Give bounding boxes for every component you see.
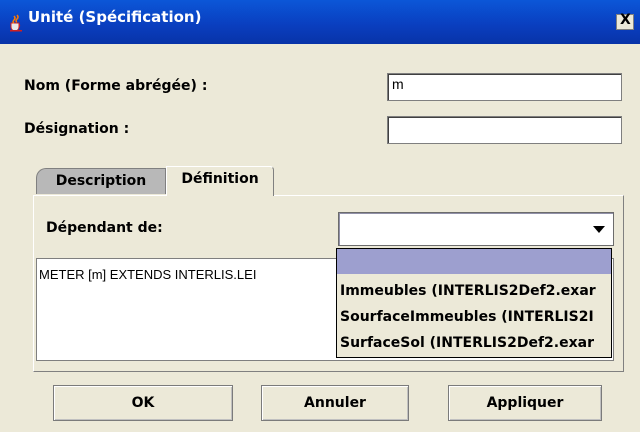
apply-button[interactable]: Appliquer — [448, 385, 602, 421]
close-button[interactable]: X — [616, 12, 634, 30]
name-label: Nom (Forme abrégée) : — [24, 78, 208, 94]
tab-description[interactable]: Description — [36, 168, 166, 194]
chevron-down-icon[interactable] — [593, 226, 605, 233]
dropdown-option-sourface-immeubles[interactable]: SourfaceImmeubles (INTERLIS2I — [337, 305, 611, 330]
close-icon: X — [620, 12, 631, 28]
designation-label: Désignation : — [24, 121, 130, 137]
title-bar[interactable]: Unité (Spécification) X — [0, 0, 640, 44]
dialog-window: Unité (Spécification) X Nom (Forme abrég… — [0, 0, 640, 432]
dependant-combo[interactable] — [338, 212, 614, 246]
ok-button[interactable]: OK — [53, 385, 233, 421]
dropdown-option-empty[interactable] — [337, 249, 611, 274]
java-cup-icon — [10, 14, 22, 32]
tab-definition[interactable]: Définition — [166, 166, 274, 196]
dropdown-option-surface-sol[interactable]: SurfaceSol (INTERLIS2Def2.exar — [337, 331, 611, 356]
dependant-label: Dépendant de: — [46, 220, 163, 236]
window-title: Unité (Spécification) — [28, 8, 202, 26]
dropdown-option-immeubles[interactable]: Immeubles (INTERLIS2Def2.exar — [337, 279, 611, 304]
cancel-button[interactable]: Annuler — [261, 385, 409, 421]
designation-field[interactable] — [387, 116, 622, 144]
dependant-dropdown-list: Immeubles (INTERLIS2Def2.exar SourfaceIm… — [336, 248, 612, 358]
name-field[interactable]: m — [387, 73, 622, 101]
